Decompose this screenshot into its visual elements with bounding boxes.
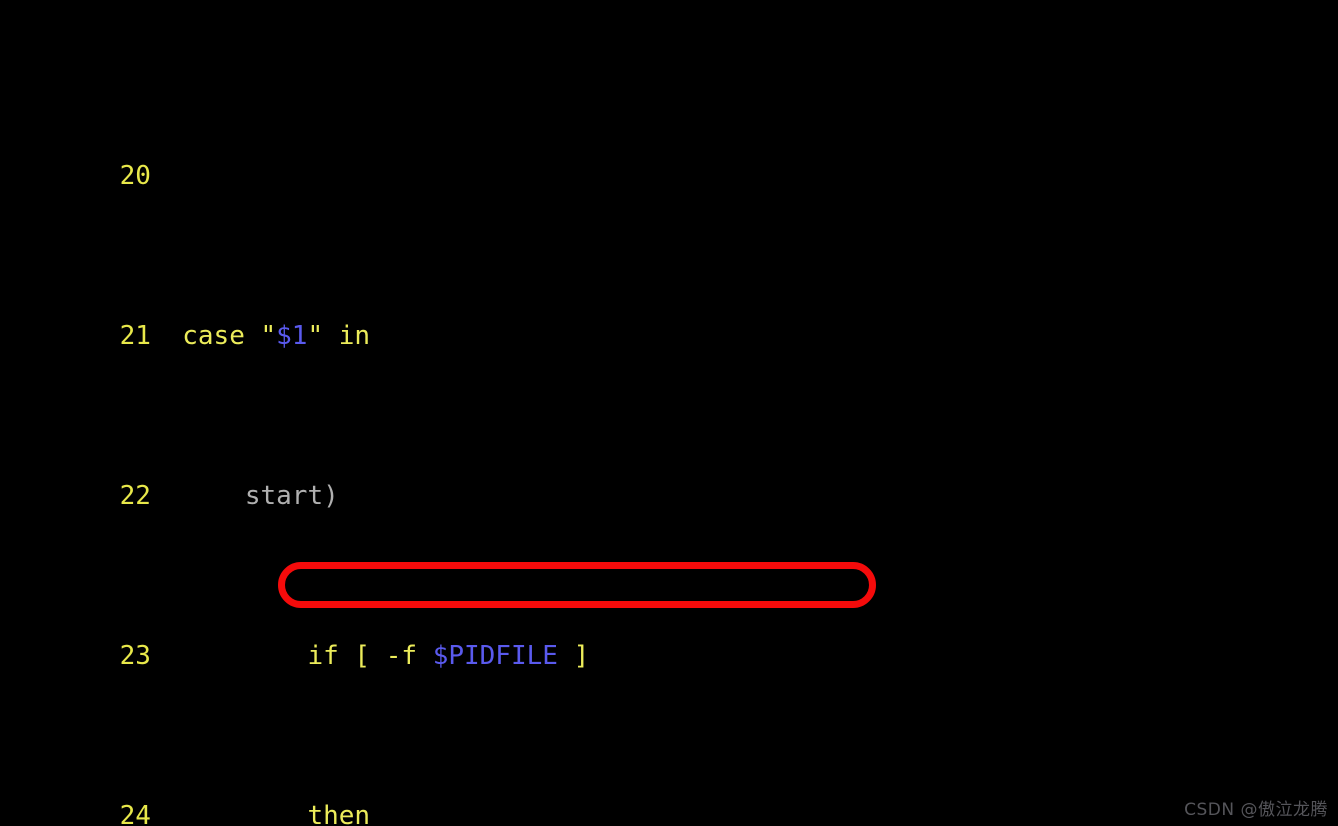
code-line[interactable]: 22 start) — [0, 448, 1338, 511]
line-content: start) — [150, 481, 339, 511]
line-number: 21 — [119, 321, 151, 351]
line-number: 22 — [119, 481, 151, 511]
line-content: case "$1" in — [150, 321, 371, 351]
line-number: 24 — [119, 801, 151, 826]
code-line[interactable]: 23 if [ -f $PIDFILE ] — [0, 608, 1338, 671]
line-content: if [ -f $PIDFILE ] — [150, 641, 590, 671]
line-number: 20 — [119, 161, 151, 191]
code-line[interactable]: 20 — [0, 128, 1338, 191]
code-editor[interactable]: 20 21 case "$1" in 22 start) 23 if [ -f … — [0, 0, 1338, 826]
screenshot-root: 20 21 case "$1" in 22 start) 23 if [ -f … — [0, 0, 1338, 826]
line-number: 23 — [119, 641, 151, 671]
line-content: then — [150, 801, 371, 826]
code-line[interactable]: 24 then — [0, 768, 1338, 826]
code-line[interactable]: 21 case "$1" in — [0, 288, 1338, 351]
watermark: CSDN @傲泣龙腾 — [1184, 800, 1328, 820]
